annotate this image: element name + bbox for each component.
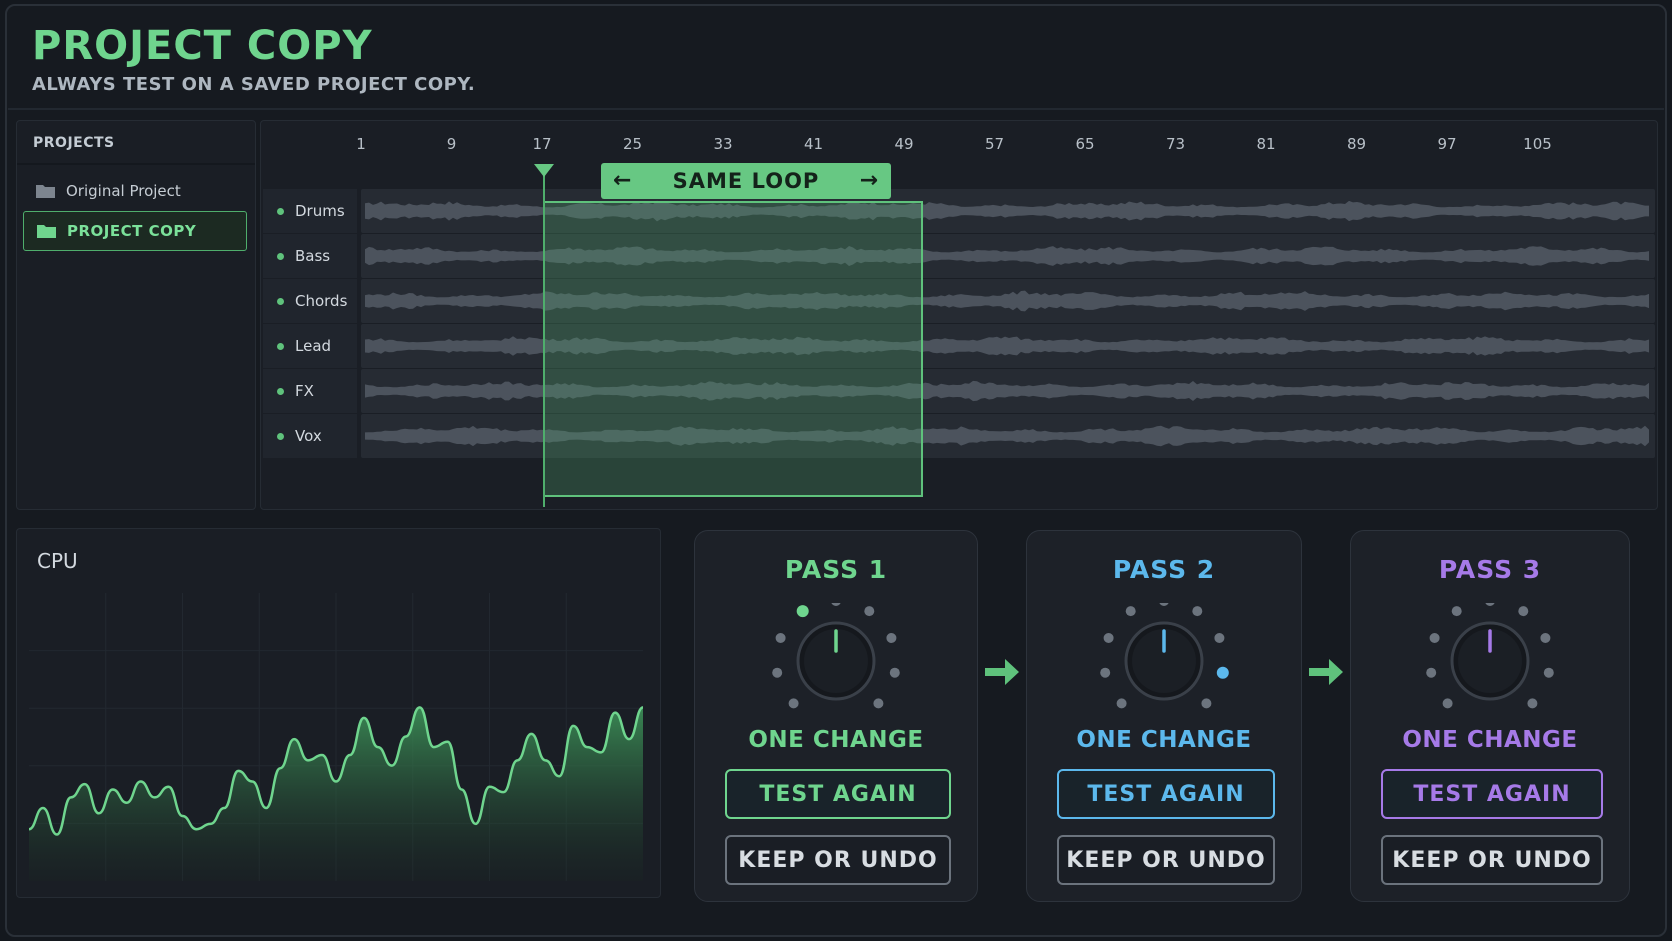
playhead-line <box>543 167 545 507</box>
ruler-tick: 81 <box>1256 135 1276 153</box>
track-status-dot <box>277 342 284 350</box>
cpu-title: CPU <box>37 549 78 573</box>
cpu-graph <box>29 593 643 881</box>
arrow-right-icon <box>985 659 1019 685</box>
ruler-tick: 105 <box>1523 135 1552 153</box>
ruler-tick: 89 <box>1346 135 1367 153</box>
knob-icon[interactable] <box>1094 603 1234 713</box>
loop-brace[interactable]: ← SAME LOOP → <box>601 163 891 199</box>
pass-3-card: PASS 3 ONE CHANGE TEST AGAIN KEEP OR UND… <box>1350 530 1630 902</box>
folder-icon <box>37 225 56 238</box>
track-status-dot <box>277 252 284 260</box>
track-header[interactable]: Drums <box>263 189 357 233</box>
ruler-tick: 41 <box>803 135 824 153</box>
track-name: Lead <box>295 337 332 355</box>
track-header[interactable]: FX <box>263 369 357 413</box>
ruler-tick: 65 <box>1075 135 1095 153</box>
change-label: ONE CHANGE <box>748 727 924 753</box>
test-again-button[interactable]: TEST AGAIN <box>725 769 951 819</box>
track-header[interactable]: Bass <box>263 234 357 278</box>
pass-title: PASS 3 <box>1438 555 1542 584</box>
track-header[interactable]: Chords <box>263 279 357 323</box>
change-label: ONE CHANGE <box>1402 727 1578 753</box>
track-status-dot <box>277 297 284 305</box>
bar-ruler[interactable]: 1 9 17 25 33 41 49 57 65 73 81 89 97 105 <box>261 121 1657 165</box>
keep-or-undo-button[interactable]: KEEP OR UNDO <box>1057 835 1275 885</box>
test-again-button[interactable]: TEST AGAIN <box>1057 769 1275 819</box>
projects-heading: PROJECTS <box>17 121 255 165</box>
pass-title: PASS 1 <box>784 555 888 584</box>
track-name: Drums <box>295 202 345 220</box>
loop-label: SAME LOOP <box>672 169 820 193</box>
pass-2-card: PASS 2 ONE CHANGE TEST AGAIN KEEP OR UND… <box>1026 530 1302 902</box>
track-status-dot <box>277 432 284 440</box>
loop-region[interactable] <box>543 201 923 497</box>
ruler-tick: 17 <box>532 135 552 153</box>
project-item-copy[interactable]: PROJECT COPY <box>23 211 247 251</box>
track-status-dot <box>277 387 284 395</box>
track-status-dot <box>277 207 284 215</box>
projects-panel: PROJECTS Original Project PROJECT COPY <box>16 120 256 510</box>
arrow-right-icon <box>1309 659 1343 685</box>
track-name: FX <box>295 382 314 400</box>
pass-1-card: PASS 1 ONE CHANGE TEST AGAIN KEEP OR UND… <box>694 530 978 902</box>
playhead-marker[interactable] <box>534 164 554 177</box>
ruler-tick: 49 <box>894 135 914 153</box>
ruler-tick: 25 <box>622 135 643 153</box>
cpu-panel: CPU <box>16 528 661 898</box>
knob-icon[interactable] <box>766 603 906 713</box>
track-name: Bass <box>295 247 331 265</box>
pass-title: PASS 2 <box>1112 555 1216 584</box>
project-item-label: Original Project <box>66 182 181 200</box>
project-item-original[interactable]: Original Project <box>23 171 247 211</box>
track-name: Chords <box>295 292 348 310</box>
keep-or-undo-button[interactable]: KEEP OR UNDO <box>725 835 951 885</box>
track-header[interactable]: Lead <box>263 324 357 368</box>
arrow-left-icon: ← <box>613 168 633 193</box>
page-title: PROJECT COPY <box>32 23 373 69</box>
ruler-tick: 33 <box>713 135 733 153</box>
ruler-tick: 57 <box>984 135 1005 153</box>
test-again-button[interactable]: TEST AGAIN <box>1381 769 1603 819</box>
ruler-tick: 1 <box>356 135 366 153</box>
folder-icon <box>36 185 55 198</box>
ruler-tick: 9 <box>446 135 457 153</box>
keep-or-undo-button[interactable]: KEEP OR UNDO <box>1381 835 1603 885</box>
page-subtitle: ALWAYS TEST ON A SAVED PROJECT COPY. <box>32 74 476 95</box>
header-divider <box>8 108 1664 110</box>
ruler-tick: 97 <box>1437 135 1457 153</box>
page-header: PROJECT COPY ALWAYS TEST ON A SAVED PROJ… <box>32 18 475 95</box>
project-item-label: PROJECT COPY <box>67 222 197 240</box>
knob-icon[interactable] <box>1420 603 1560 713</box>
track-header[interactable]: Vox <box>263 414 357 458</box>
ruler-tick: 73 <box>1165 135 1186 153</box>
arrow-right-icon: → <box>859 168 879 193</box>
arrangement-timeline: 1 9 17 25 33 41 49 57 65 73 81 89 97 105 Drums Bass Cho… <box>260 120 1658 510</box>
track-name: Vox <box>295 427 322 445</box>
change-label: ONE CHANGE <box>1076 727 1252 753</box>
